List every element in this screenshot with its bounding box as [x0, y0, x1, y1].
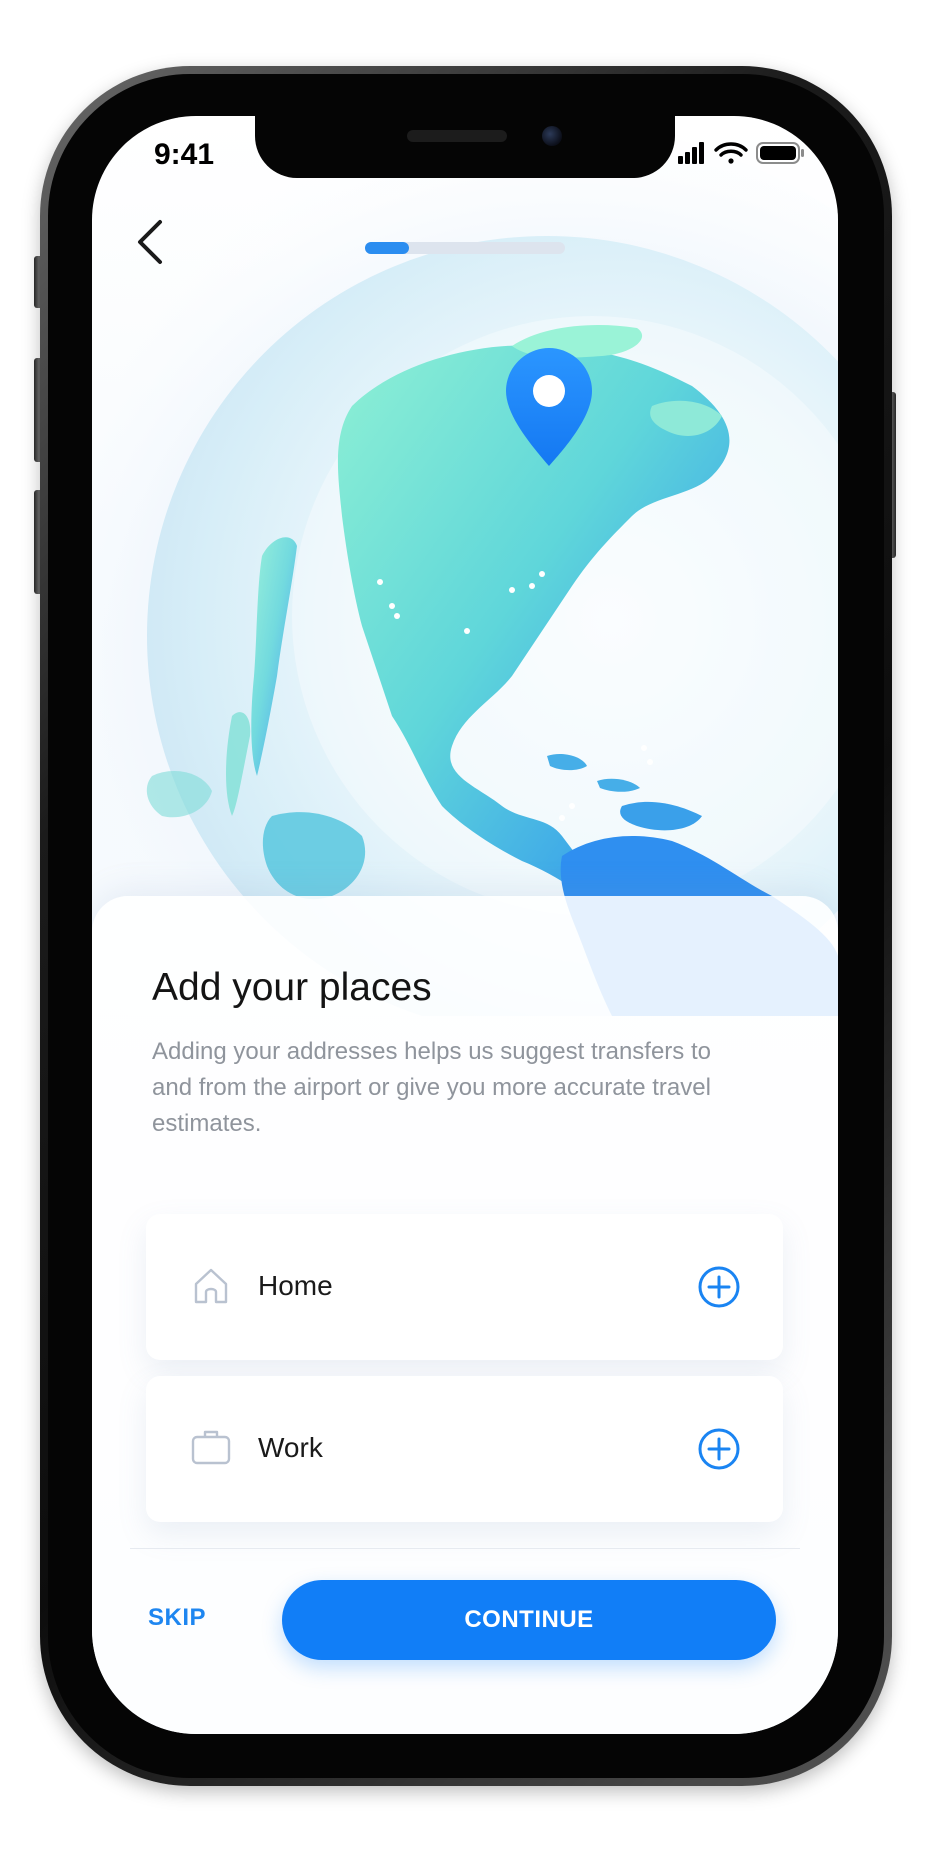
app-screen: 9:41 Add your places Adding your address… [92, 116, 838, 1734]
add-circle-icon[interactable] [697, 1265, 741, 1309]
place-label-work: Work [258, 1432, 323, 1463]
page-description: Adding your addresses helps us suggest t… [152, 1038, 711, 1137]
onboarding-progress-bar [365, 242, 565, 254]
home-icon [194, 1268, 228, 1304]
page-title: Add your places [152, 966, 432, 1009]
briefcase-icon [191, 1430, 231, 1465]
add-circle-icon[interactable] [697, 1427, 741, 1471]
earpiece-speaker [407, 130, 507, 142]
status-time: 9:41 [154, 138, 215, 171]
device-notch [255, 116, 675, 178]
continue-button[interactable]: CONTINUE [282, 1580, 776, 1660]
footer-divider [130, 1548, 800, 1549]
skip-button[interactable]: SKIP [148, 1604, 206, 1632]
cellular-signal-icon [678, 142, 704, 164]
progress-fill [365, 242, 409, 254]
place-label-home: Home [258, 1270, 333, 1301]
place-row-work[interactable]: Work [146, 1376, 783, 1522]
device-mockup: 9:41 Add your places Adding your address… [0, 0, 930, 1852]
place-row-home[interactable]: Home [146, 1214, 783, 1360]
front-camera [542, 126, 562, 146]
wifi-icon [714, 142, 748, 164]
battery-icon [756, 142, 804, 164]
status-icons [678, 142, 804, 164]
back-chevron-icon[interactable] [130, 210, 178, 274]
